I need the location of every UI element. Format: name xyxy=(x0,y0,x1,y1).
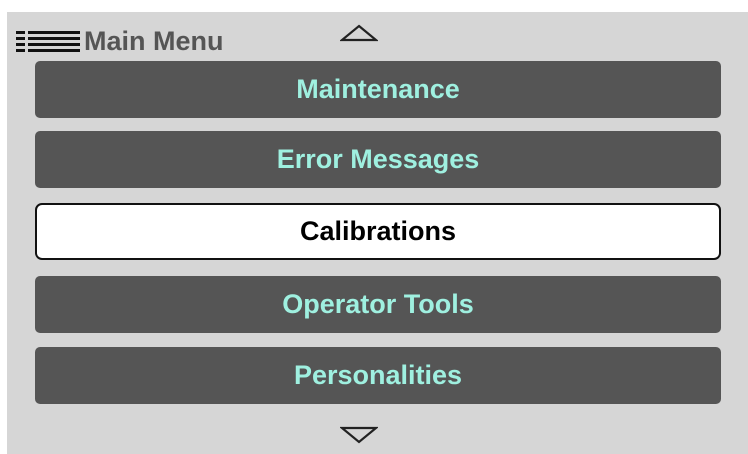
menu-item-maintenance[interactable]: Maintenance xyxy=(35,61,721,118)
menu-item-label: Error Messages xyxy=(276,144,480,174)
menu-header: Main Menu xyxy=(7,12,748,60)
page-title: Main Menu xyxy=(84,26,224,56)
hamburger-list-icon xyxy=(16,31,80,52)
menu-item-label: Personalities xyxy=(293,360,463,390)
scroll-down-arrow-icon[interactable] xyxy=(340,426,378,444)
menu-item-operator-tools[interactable]: Operator Tools xyxy=(35,276,721,333)
menu-item-personalities[interactable]: Personalities xyxy=(35,347,721,404)
menu-item-calibrations[interactable]: Calibrations xyxy=(35,203,721,260)
main-menu-screen: Main Menu Maintenance Error Messages Cal… xyxy=(7,12,748,454)
menu-item-label: Maintenance xyxy=(296,74,460,104)
menu-item-error-messages[interactable]: Error Messages xyxy=(35,131,721,188)
scroll-up-arrow-icon[interactable] xyxy=(340,24,378,42)
menu-item-label: Calibrations xyxy=(299,216,457,246)
menu-item-label: Operator Tools xyxy=(282,289,474,319)
